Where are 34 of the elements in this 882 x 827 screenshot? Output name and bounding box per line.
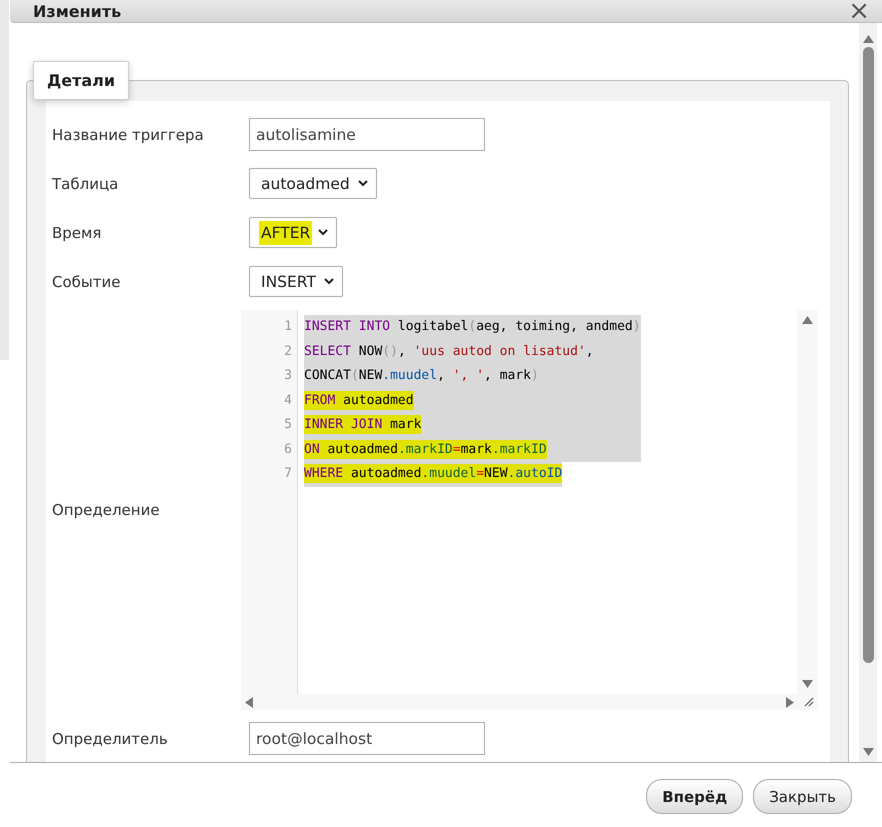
scroll-up-icon[interactable] xyxy=(802,316,813,324)
select-field[interactable]: INSERT xyxy=(249,266,343,297)
resize-handle-icon[interactable] xyxy=(804,697,814,707)
caret-icon xyxy=(318,229,328,236)
text-field[interactable]: root@localhost xyxy=(249,722,485,755)
field-label: Определение xyxy=(51,501,161,519)
line-number: 1 xyxy=(283,318,293,336)
select-field[interactable]: autoadmed xyxy=(249,168,377,199)
line-number: 5 xyxy=(283,416,293,434)
close-button[interactable]: × xyxy=(848,0,870,22)
scroll-down-icon[interactable] xyxy=(802,680,813,688)
line-number: 2 xyxy=(283,342,293,360)
details-tab[interactable]: Детали xyxy=(33,61,130,100)
text-field[interactable]: autolisamine xyxy=(249,118,485,151)
field-label: Определитель xyxy=(51,730,169,748)
close-dialog-button[interactable]: Закрыть xyxy=(753,779,852,814)
select-field[interactable]: AFTER xyxy=(249,217,338,248)
line-number: 6 xyxy=(283,440,293,458)
field-label: Таблица xyxy=(51,174,120,192)
scroll-up-icon[interactable] xyxy=(862,35,874,43)
scroll-right-icon[interactable] xyxy=(786,696,794,708)
field-label: Событие xyxy=(51,272,122,290)
line-number: 7 xyxy=(283,465,293,483)
field-label: Название триггера xyxy=(51,126,205,144)
scroll-down-icon[interactable] xyxy=(862,748,874,756)
scrollbar-thumb[interactable] xyxy=(862,47,874,663)
window-title: Изменить xyxy=(33,2,122,20)
forward-button[interactable]: Вперёд xyxy=(646,779,744,814)
scroll-left-icon[interactable] xyxy=(245,696,253,708)
line-number: 4 xyxy=(283,392,293,410)
caret-icon xyxy=(358,180,368,187)
line-number: 3 xyxy=(283,367,293,385)
field-label: Время xyxy=(51,224,102,242)
caret-icon xyxy=(324,278,334,285)
